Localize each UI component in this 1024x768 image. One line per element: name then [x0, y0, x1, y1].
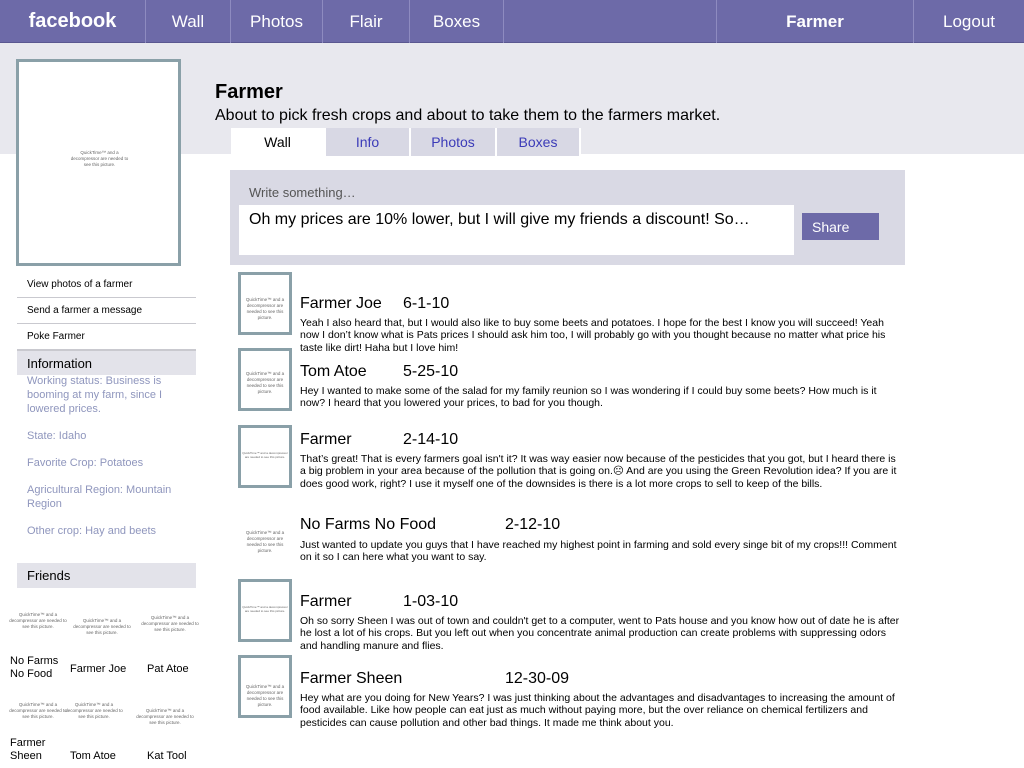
friend-name[interactable]: No Farms No Food — [10, 655, 70, 681]
post-date: 5-25-10 — [403, 363, 459, 380]
post-date: 6-1-10 — [403, 295, 450, 312]
friend-thumbnail[interactable]: QuickTime™ and a decompressor are needed… — [140, 615, 200, 639]
post-author[interactable]: Farmer Sheen — [300, 670, 402, 688]
info-working-status: Working status: Business is booming at m… — [27, 375, 163, 415]
friend-name[interactable]: Pat Atoe — [147, 663, 189, 676]
friends-header: Friends — [17, 563, 196, 588]
post-avatar[interactable]: QuickTime™ and a decompressor are needed… — [238, 425, 292, 488]
friend-thumbnail[interactable]: QuickTime™ and a decompressor are needed… — [64, 702, 124, 726]
friend-thumbnail[interactable]: QuickTime™ and a decompressor are needed… — [135, 708, 195, 732]
post-avatar[interactable]: QuickTime™ and a decompressor are needed… — [238, 272, 292, 335]
info-agricultural-region: Agricultural Region: Mountain Region — [27, 484, 172, 510]
info-other-crop: Other crop: Hay and beets — [27, 525, 157, 537]
post-text: That’s great! That is every farmers goal… — [300, 453, 897, 490]
tab-boxes[interactable]: Boxes — [497, 128, 581, 156]
nav-link-photos[interactable]: Photos — [231, 0, 323, 43]
post-text: Yeah I also heard that, but I would also… — [300, 317, 886, 354]
post-avatar[interactable]: QuickTime™ and a decompressor are needed… — [238, 579, 292, 642]
nav-link-boxes[interactable]: Boxes — [410, 0, 504, 43]
friend-name[interactable]: Farmer Sheen — [10, 737, 60, 763]
view-photos-link[interactable]: View photos of a farmer — [17, 272, 196, 298]
post-date: 2-14-10 — [403, 431, 459, 448]
logout-link[interactable]: Logout — [914, 0, 1024, 43]
friend-name[interactable]: Kat Tool — [147, 750, 187, 763]
friend-name[interactable]: Tom Atoe — [70, 750, 116, 763]
post-text: Hey what are you doing for New Years? I … — [300, 692, 895, 729]
tab-info[interactable]: Info — [326, 128, 411, 156]
post-text: Oh so sorry Sheen I was out of town and … — [300, 615, 900, 652]
poke-link[interactable]: Poke Farmer — [17, 324, 196, 350]
friend-name[interactable]: Farmer Joe — [70, 663, 126, 676]
friend-thumbnail[interactable]: QuickTime™ and a decompressor are needed… — [72, 618, 132, 642]
composer-input[interactable]: Oh my prices are 10% lower, but I will g… — [239, 205, 794, 255]
post-author[interactable]: Tom Atoe — [300, 363, 367, 381]
post-date: 12-30-09 — [505, 670, 570, 687]
send-message-link[interactable]: Send a farmer a message — [17, 298, 196, 324]
nav-link-wall[interactable]: Wall — [146, 0, 231, 43]
nav-link-flair[interactable]: Flair — [323, 0, 410, 43]
post-date: 2-12-10 — [505, 516, 561, 533]
post-avatar[interactable]: QuickTime™ and a decompressor are needed… — [238, 348, 292, 411]
top-nav-bar: facebook Wall Photos Flair Boxes Farmer … — [0, 0, 1024, 43]
composer-label: Write something… — [249, 185, 356, 200]
profile-name: Farmer — [215, 81, 283, 103]
tab-photos[interactable]: Photos — [411, 128, 497, 156]
post-author[interactable]: Farmer — [300, 431, 352, 449]
post-author[interactable]: No Farms No Food — [300, 516, 436, 534]
post-text: Hey I wanted to make some of the salad f… — [300, 385, 877, 410]
facebook-logo[interactable]: facebook — [0, 0, 146, 43]
share-button[interactable]: Share — [802, 213, 879, 240]
profile-status: About to pick fresh crops and about to t… — [215, 107, 721, 124]
post-date: 1-03-10 — [403, 593, 459, 610]
tab-wall[interactable]: Wall — [231, 128, 326, 156]
post-author[interactable]: Farmer — [300, 593, 352, 611]
info-favorite-crop: Favorite Crop: Potatoes — [27, 457, 144, 469]
friend-thumbnail[interactable]: QuickTime™ and a decompressor are needed… — [8, 702, 68, 726]
post-text: Just wanted to update you guys that I ha… — [300, 539, 897, 564]
profile-picture[interactable]: QuickTime™ and a decompressor are needed… — [16, 59, 181, 266]
information-header: Information — [17, 350, 196, 375]
post-avatar[interactable]: QuickTime™ and a decompressor are needed… — [238, 655, 292, 718]
post-avatar[interactable]: QuickTime™ and a decompressor are needed… — [238, 510, 292, 573]
friend-thumbnail[interactable]: QuickTime™ and a decompressor are needed… — [8, 612, 68, 636]
info-state: State: Idaho — [27, 430, 87, 442]
picture-placeholder-text: QuickTime™ and a decompressor are needed… — [70, 150, 129, 167]
post-author[interactable]: Farmer Joe — [300, 295, 382, 313]
nav-user-name[interactable]: Farmer — [716, 0, 914, 43]
profile-tabs: Wall Info Photos Boxes — [231, 128, 581, 156]
